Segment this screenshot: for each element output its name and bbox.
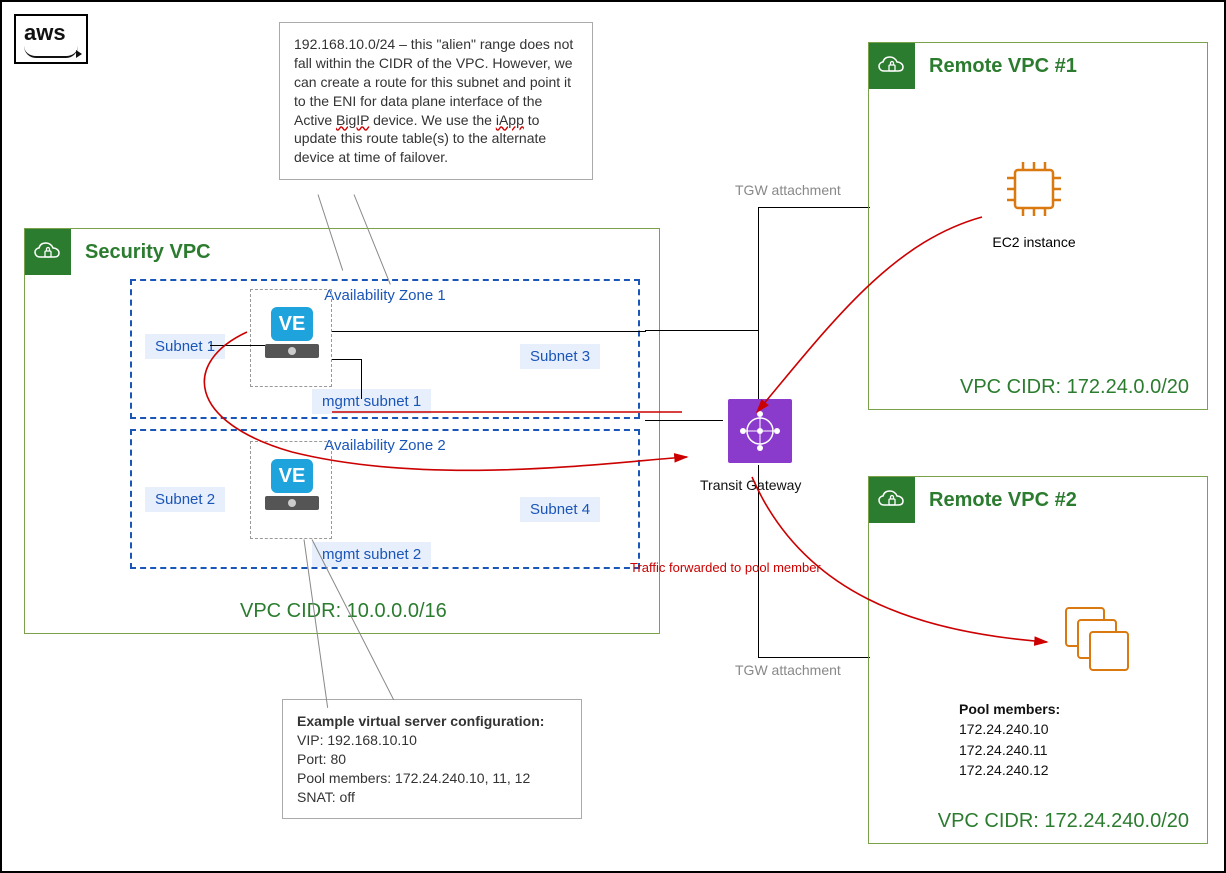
subnet-3: Subnet 3 (520, 344, 600, 369)
ve-badge: VE (271, 459, 313, 493)
appliance-base-icon (265, 344, 319, 358)
pm3: 172.24.240.12 (959, 762, 1049, 778)
aws-swoosh-icon (24, 46, 78, 58)
line (332, 331, 646, 332)
line (645, 420, 723, 421)
vs-title: Example virtual server configuration: (297, 712, 567, 731)
security-vpc-box: Security VPC Availability Zone 1 Availab… (24, 228, 660, 634)
aws-logo-text: aws (24, 20, 66, 45)
vs-port: Port: 80 (297, 750, 567, 769)
pool-members-icon (1065, 607, 1131, 673)
vpc-header: Remote VPC #2 (869, 477, 1207, 523)
cloud-lock-icon (25, 229, 71, 275)
callout-text: 192.168.10.0/24 – this "alien" range doe… (294, 36, 573, 165)
vs-snat: SNAT: off (297, 788, 567, 807)
callout-alien-range: 192.168.10.0/24 – this "alien" range doe… (279, 22, 593, 180)
az2-title: Availability Zone 2 (324, 437, 445, 454)
line (758, 207, 870, 208)
ec2-chip-icon (1003, 158, 1065, 220)
line (332, 359, 362, 360)
callout-virtual-server: Example virtual server configuration: VI… (282, 699, 582, 819)
vs-pool: Pool members: 172.24.240.10, 11, 12 (297, 769, 567, 788)
vs-vip: VIP: 192.168.10.10 (297, 731, 567, 750)
tgw-attachment-2: TGW attachment (735, 662, 841, 678)
pm-title: Pool members: (959, 701, 1060, 717)
line (645, 330, 759, 331)
line (361, 359, 362, 399)
line (210, 345, 265, 346)
line (758, 207, 759, 399)
az1-title: Availability Zone 1 (324, 287, 445, 304)
traffic-forwarded-label: Traffic forwarded to pool member (630, 560, 821, 575)
tgw-attachment-1: TGW attachment (735, 182, 841, 198)
transit-gateway-icon (728, 399, 792, 463)
pm2: 172.24.240.11 (959, 742, 1048, 758)
ec2-instance: EC2 instance (989, 158, 1079, 250)
subnet-2: Subnet 2 (145, 487, 225, 512)
remote-vpc-2-box: Remote VPC #2 Pool members: 172.24.240.1… (868, 476, 1208, 844)
vpc-header: Security VPC (25, 229, 659, 275)
appliance-base-icon (265, 496, 319, 510)
subnet-4: Subnet 4 (520, 497, 600, 522)
cloud-lock-icon (869, 477, 915, 523)
vpc-header: Remote VPC #1 (869, 43, 1207, 89)
remote-vpc2-cidr: VPC CIDR: 172.24.240.0/20 (938, 810, 1189, 833)
pm1: 172.24.240.10 (959, 721, 1049, 737)
subnet-1: Subnet 1 (145, 334, 225, 359)
ve-badge: VE (271, 307, 313, 341)
transit-gateway-label: Transit Gateway (700, 477, 800, 493)
bigip-ve-2-icon: VE (265, 459, 319, 510)
mgmt-subnet-1: mgmt subnet 1 (312, 389, 431, 414)
transit-gateway: Transit Gateway (720, 399, 800, 493)
pool-members-list: Pool members: 172.24.240.10 172.24.240.1… (959, 699, 1060, 780)
remote-vpc-1-box: Remote VPC #1 EC2 instance VPC CIDR: 172… (868, 42, 1208, 410)
bigip-ve-1-icon: VE (265, 307, 319, 358)
remote-vpc2-title: Remote VPC #2 (929, 489, 1077, 512)
remote-vpc1-title: Remote VPC #1 (929, 55, 1077, 78)
aws-logo: aws (14, 14, 88, 64)
diagram-canvas: aws 192.168.10.0/24 – this "alien" range… (0, 0, 1226, 873)
remote-vpc1-cidr: VPC CIDR: 172.24.0.0/20 (960, 376, 1189, 399)
mgmt-subnet-2: mgmt subnet 2 (312, 542, 431, 567)
ec2-label: EC2 instance (989, 234, 1079, 250)
security-vpc-title: Security VPC (85, 241, 211, 264)
line (758, 657, 870, 658)
cloud-lock-icon (869, 43, 915, 89)
